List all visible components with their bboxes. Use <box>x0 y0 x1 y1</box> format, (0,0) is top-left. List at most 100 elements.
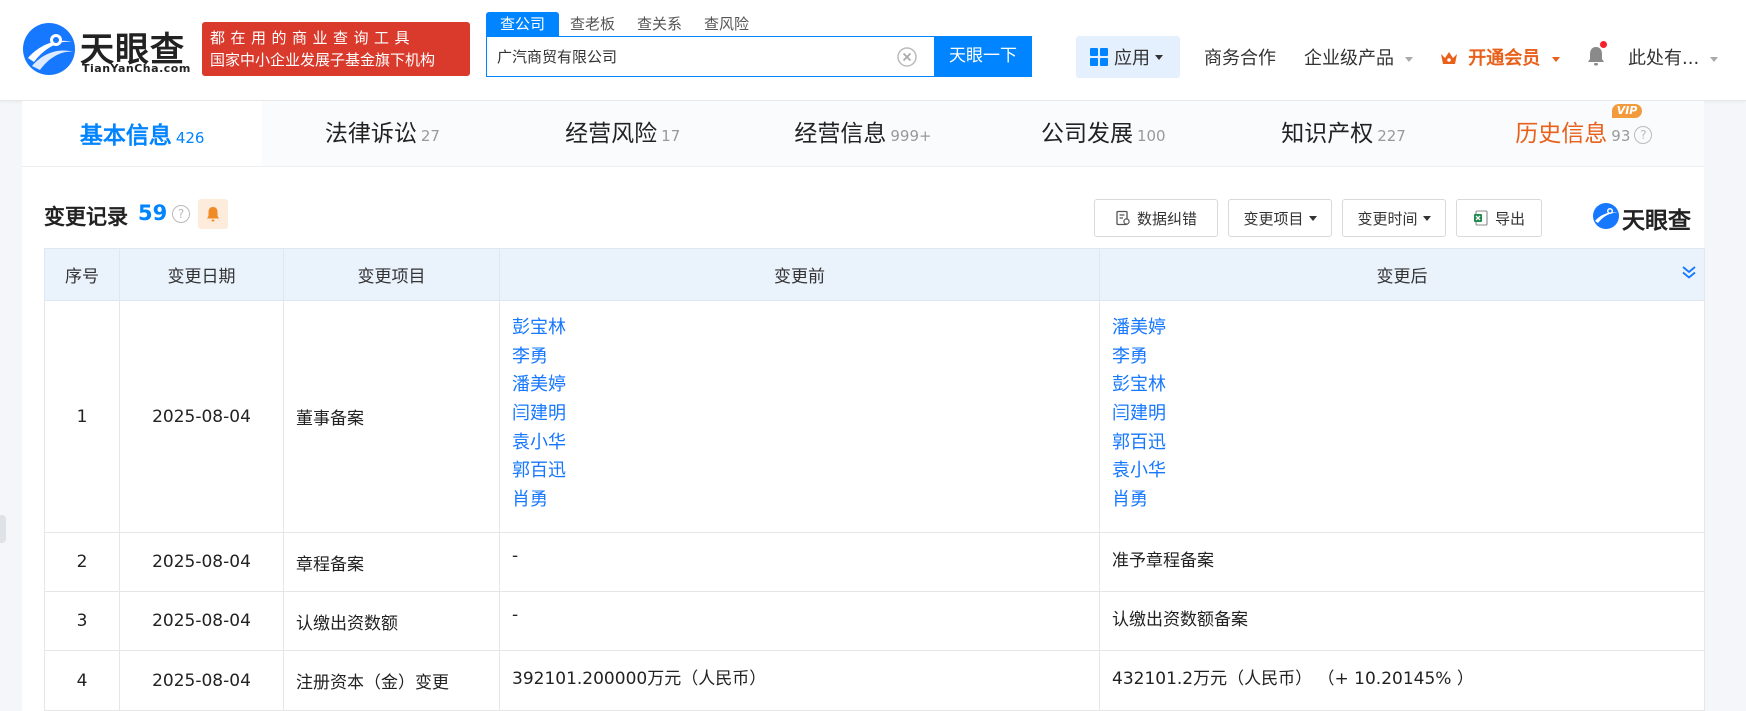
edit-doc-icon <box>1116 210 1130 226</box>
search-tab-relation[interactable]: 查关系 <box>626 12 693 36</box>
name-list: 潘美婷 李勇 彭宝林 闫建明 郭百迅 袁小华 肖勇 <box>1112 314 1692 515</box>
tab-label: 法律诉讼 <box>324 121 417 147</box>
help-icon[interactable]: ? <box>172 205 190 223</box>
tab-risk[interactable]: 经营风险 17 <box>503 101 743 166</box>
change-date: 2025-08-04 <box>119 532 284 592</box>
double-chevron-down-icon[interactable] <box>1680 263 1698 281</box>
person-link[interactable]: 闫建明 <box>512 400 1087 429</box>
nav-vip-label: 开通会员 <box>1468 48 1541 69</box>
search-button[interactable]: 天眼一下 <box>934 36 1032 77</box>
nav-user[interactable]: 此处有... <box>1628 44 1718 70</box>
person-link[interactable]: 郭百迅 <box>1112 429 1692 458</box>
search-input[interactable] <box>497 37 877 76</box>
table-row: 3 2025-08-04 认缴出资数额 - 认缴出资数额备案 <box>44 591 1705 651</box>
before-value: - <box>499 591 1100 651</box>
tab-count: 100 <box>1136 127 1166 145</box>
tab-label: 历史信息 <box>1515 121 1608 147</box>
help-icon[interactable]: ? <box>1634 126 1653 144</box>
nav-vip[interactable]: 开通会员 <box>1440 44 1560 70</box>
tab-label: 经营信息 <box>794 121 887 147</box>
table-row: 4 2025-08-04 注册资本（金）变更 392101.200000万元（人… <box>44 650 1705 711</box>
tab-operations[interactable]: 经营信息 999+ <box>743 101 983 166</box>
before-value: - <box>499 532 1100 592</box>
tab-count: 999+ <box>890 127 932 145</box>
site-logo[interactable]: 天眼查 TianYanCha.com <box>22 22 192 78</box>
tab-development[interactable]: 公司发展 100 <box>983 101 1223 166</box>
tab-label: 经营风险 <box>565 121 658 147</box>
person-link[interactable]: 彭宝林 <box>512 314 1087 343</box>
column-header: 序号 <box>44 248 120 301</box>
table-row: 2 2025-08-04 章程备案 - 准予章程备案 <box>44 532 1705 592</box>
nav-enterprise[interactable]: 企业级产品 <box>1304 44 1413 70</box>
after-value: 认缴出资数额备案 <box>1099 591 1705 651</box>
unread-dot <box>1600 41 1607 48</box>
apps-menu-button[interactable]: 应用 <box>1076 36 1180 78</box>
column-header: 变更项目 <box>283 248 500 301</box>
change-item-filter-label: 变更项目 <box>1243 209 1304 228</box>
export-button[interactable]: 导出 <box>1456 199 1542 237</box>
change-records-table: 序号 变更日期 变更项目 变更前 变更后 1 2025-08-04 董事备案 彭… <box>44 248 1705 711</box>
after-value: 潘美婷 李勇 彭宝林 闫建明 郭百迅 袁小华 肖勇 <box>1099 300 1705 533</box>
tab-legal[interactable]: 法律诉讼 27 <box>262 101 502 166</box>
slogan-banner: 都在用的商业查询工具 国家中小企业发展子基金旗下机构 <box>202 22 470 76</box>
tab-label: 知识产权 <box>1281 121 1374 147</box>
search-tab-company[interactable]: 查公司 <box>486 12 560 36</box>
after-value: 432101.2万元（人民币） （+ 10.20145% ） <box>1099 650 1705 711</box>
row-number: 3 <box>44 591 120 651</box>
change-item: 董事备案 <box>283 300 500 533</box>
user-name: 此处有... <box>1628 48 1700 69</box>
search-box <box>486 36 934 77</box>
change-time-filter[interactable]: 变更时间 <box>1342 199 1446 237</box>
chevron-down-icon <box>1404 56 1413 62</box>
search-tab-boss[interactable]: 查老板 <box>559 12 626 36</box>
row-number: 1 <box>44 300 120 533</box>
tab-count: 27 <box>420 127 440 145</box>
change-date: 2025-08-04 <box>119 650 284 711</box>
person-link[interactable]: 李勇 <box>512 343 1087 372</box>
clear-icon[interactable] <box>897 47 917 67</box>
side-scroll-handle[interactable] <box>0 515 6 543</box>
person-link[interactable]: 袁小华 <box>1112 457 1692 486</box>
person-link[interactable]: 袁小华 <box>512 429 1087 458</box>
column-header-after: 变更后 <box>1099 248 1705 301</box>
change-item-filter[interactable]: 变更项目 <box>1228 199 1332 237</box>
tab-count: 227 <box>1377 127 1406 145</box>
data-correction-button[interactable]: 数据纠错 <box>1094 199 1218 237</box>
subscribe-button[interactable] <box>198 199 228 229</box>
eye-logo-icon <box>23 23 75 75</box>
slogan-line-2: 国家中小企业发展子基金旗下机构 <box>210 51 436 69</box>
row-number: 2 <box>44 532 120 592</box>
person-link[interactable]: 郭百迅 <box>512 457 1087 486</box>
bell-icon <box>207 207 219 222</box>
change-item: 章程备案 <box>283 532 500 592</box>
tab-count: 17 <box>661 127 681 145</box>
tab-basic-info[interactable]: 基本信息 426 <box>22 101 263 166</box>
data-correction-label: 数据纠错 <box>1136 209 1197 228</box>
section-count: 59 <box>138 201 168 225</box>
person-link[interactable]: 李勇 <box>1112 343 1692 372</box>
person-link[interactable]: 潘美婷 <box>512 371 1087 400</box>
person-link[interactable]: 肖勇 <box>512 486 1087 515</box>
nav-enterprise-label: 企业级产品 <box>1304 48 1394 69</box>
chevron-down-icon <box>1709 56 1718 62</box>
excel-icon <box>1473 210 1488 226</box>
top-header: 天眼查 TianYanCha.com 都在用的商业查询工具 国家中小企业发展子基… <box>0 0 1746 101</box>
chevron-down-icon <box>1308 215 1317 221</box>
notification-button[interactable] <box>1584 41 1608 68</box>
before-value: 392101.200000万元（人民币） <box>499 650 1100 711</box>
change-time-filter-label: 变更时间 <box>1357 209 1418 228</box>
apps-grid-icon <box>1090 48 1108 66</box>
table-header-row: 序号 变更日期 变更项目 变更前 变更后 <box>44 248 1705 301</box>
search-tabs: 查公司 查老板 查关系 查风险 <box>486 12 760 36</box>
search-tab-risk[interactable]: 查风险 <box>693 12 760 36</box>
nav-business[interactable]: 商务合作 <box>1204 44 1276 70</box>
person-link[interactable]: 彭宝林 <box>1112 371 1692 400</box>
main-tabs: 基本信息 426 法律诉讼 27 经营风险 17 经营信息 999+ 公司发展 100 知… <box>22 101 1704 167</box>
person-link[interactable]: 肖勇 <box>1112 486 1692 515</box>
tab-count: 93 <box>1611 127 1631 145</box>
vip-badge: VIP <box>1611 104 1643 118</box>
tab-history[interactable]: VIP 历史信息 93? <box>1464 101 1704 166</box>
person-link[interactable]: 闫建明 <box>1112 400 1692 429</box>
tab-ip[interactable]: 知识产权 227 <box>1223 101 1463 166</box>
person-link[interactable]: 潘美婷 <box>1112 314 1692 343</box>
